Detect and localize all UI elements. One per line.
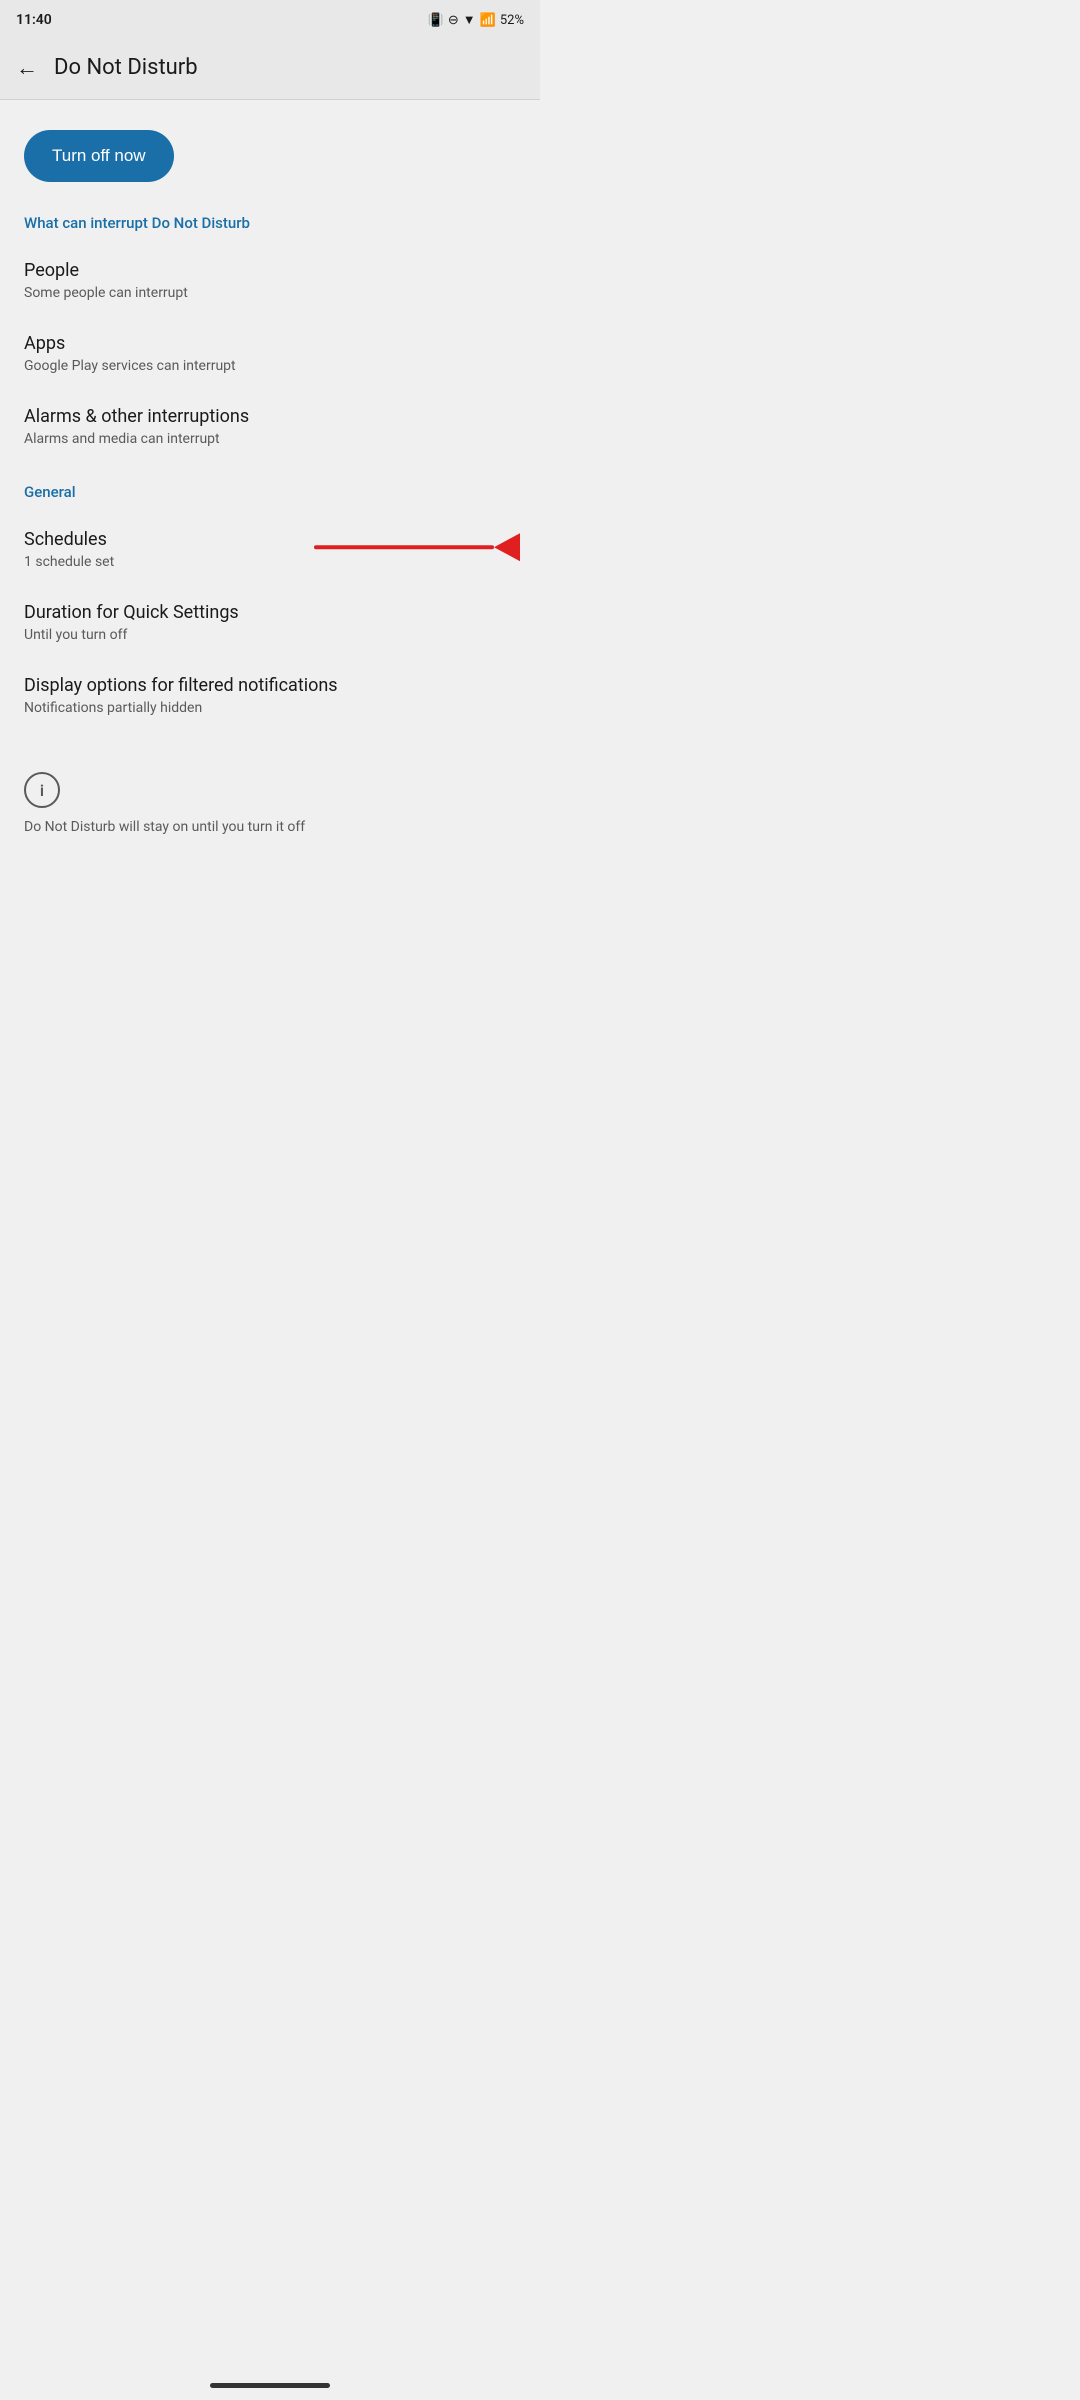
wifi-icon: ▼ [463, 12, 476, 28]
alarms-setting[interactable]: Alarms & other interruptions Alarms and … [24, 390, 516, 463]
apps-setting[interactable]: Apps Google Play services can interrupt [24, 317, 516, 390]
apps-subtitle: Google Play services can interrupt [24, 358, 516, 374]
vibrate-icon: 📳 [428, 13, 444, 28]
info-text: Do Not Disturb will stay on until you tu… [24, 818, 305, 838]
turn-off-now-button[interactable]: Turn off now [24, 130, 174, 182]
main-content: Turn off now What can interrupt Do Not D… [0, 100, 540, 874]
signal-icon: 📶 [480, 13, 496, 28]
bottom-bar [0, 2370, 540, 2400]
dnd-icon: ⊖ [448, 13, 459, 28]
status-time: 11:40 [16, 12, 52, 28]
people-subtitle: Some people can interrupt [24, 285, 516, 301]
general-section: General Schedules 1 schedule set Duratio… [24, 483, 516, 854]
arrow-line [314, 545, 494, 549]
alarms-title: Alarms & other interruptions [24, 406, 516, 427]
info-icon: i [24, 772, 60, 808]
duration-subtitle: Until you turn off [24, 627, 516, 643]
apps-title: Apps [24, 333, 516, 354]
status-icons: 📳 ⊖ ▼ 📶 52% [428, 12, 524, 28]
home-indicator [210, 2383, 330, 2388]
info-section: i Do Not Disturb will stay on until you … [24, 756, 516, 854]
interrupt-section-header[interactable]: What can interrupt Do Not Disturb [24, 214, 516, 232]
duration-setting[interactable]: Duration for Quick Settings Until you tu… [24, 586, 516, 659]
arrow-head [494, 533, 520, 561]
duration-title: Duration for Quick Settings [24, 602, 516, 623]
general-section-header: General [24, 483, 516, 501]
display-options-setting[interactable]: Display options for filtered notificatio… [24, 659, 516, 732]
alarms-subtitle: Alarms and media can interrupt [24, 431, 516, 447]
page-title: Do Not Disturb [54, 55, 198, 80]
app-bar: ← Do Not Disturb [0, 36, 540, 100]
display-options-title: Display options for filtered notificatio… [24, 675, 516, 696]
back-button[interactable]: ← [16, 55, 38, 81]
status-bar: 11:40 📳 ⊖ ▼ 📶 52% [0, 0, 540, 36]
schedules-setting[interactable]: Schedules 1 schedule set [24, 513, 516, 586]
people-setting[interactable]: People Some people can interrupt [24, 244, 516, 317]
arrow-annotation [314, 533, 516, 561]
display-options-subtitle: Notifications partially hidden [24, 700, 516, 716]
battery-icon: 52% [500, 13, 524, 28]
people-title: People [24, 260, 516, 281]
